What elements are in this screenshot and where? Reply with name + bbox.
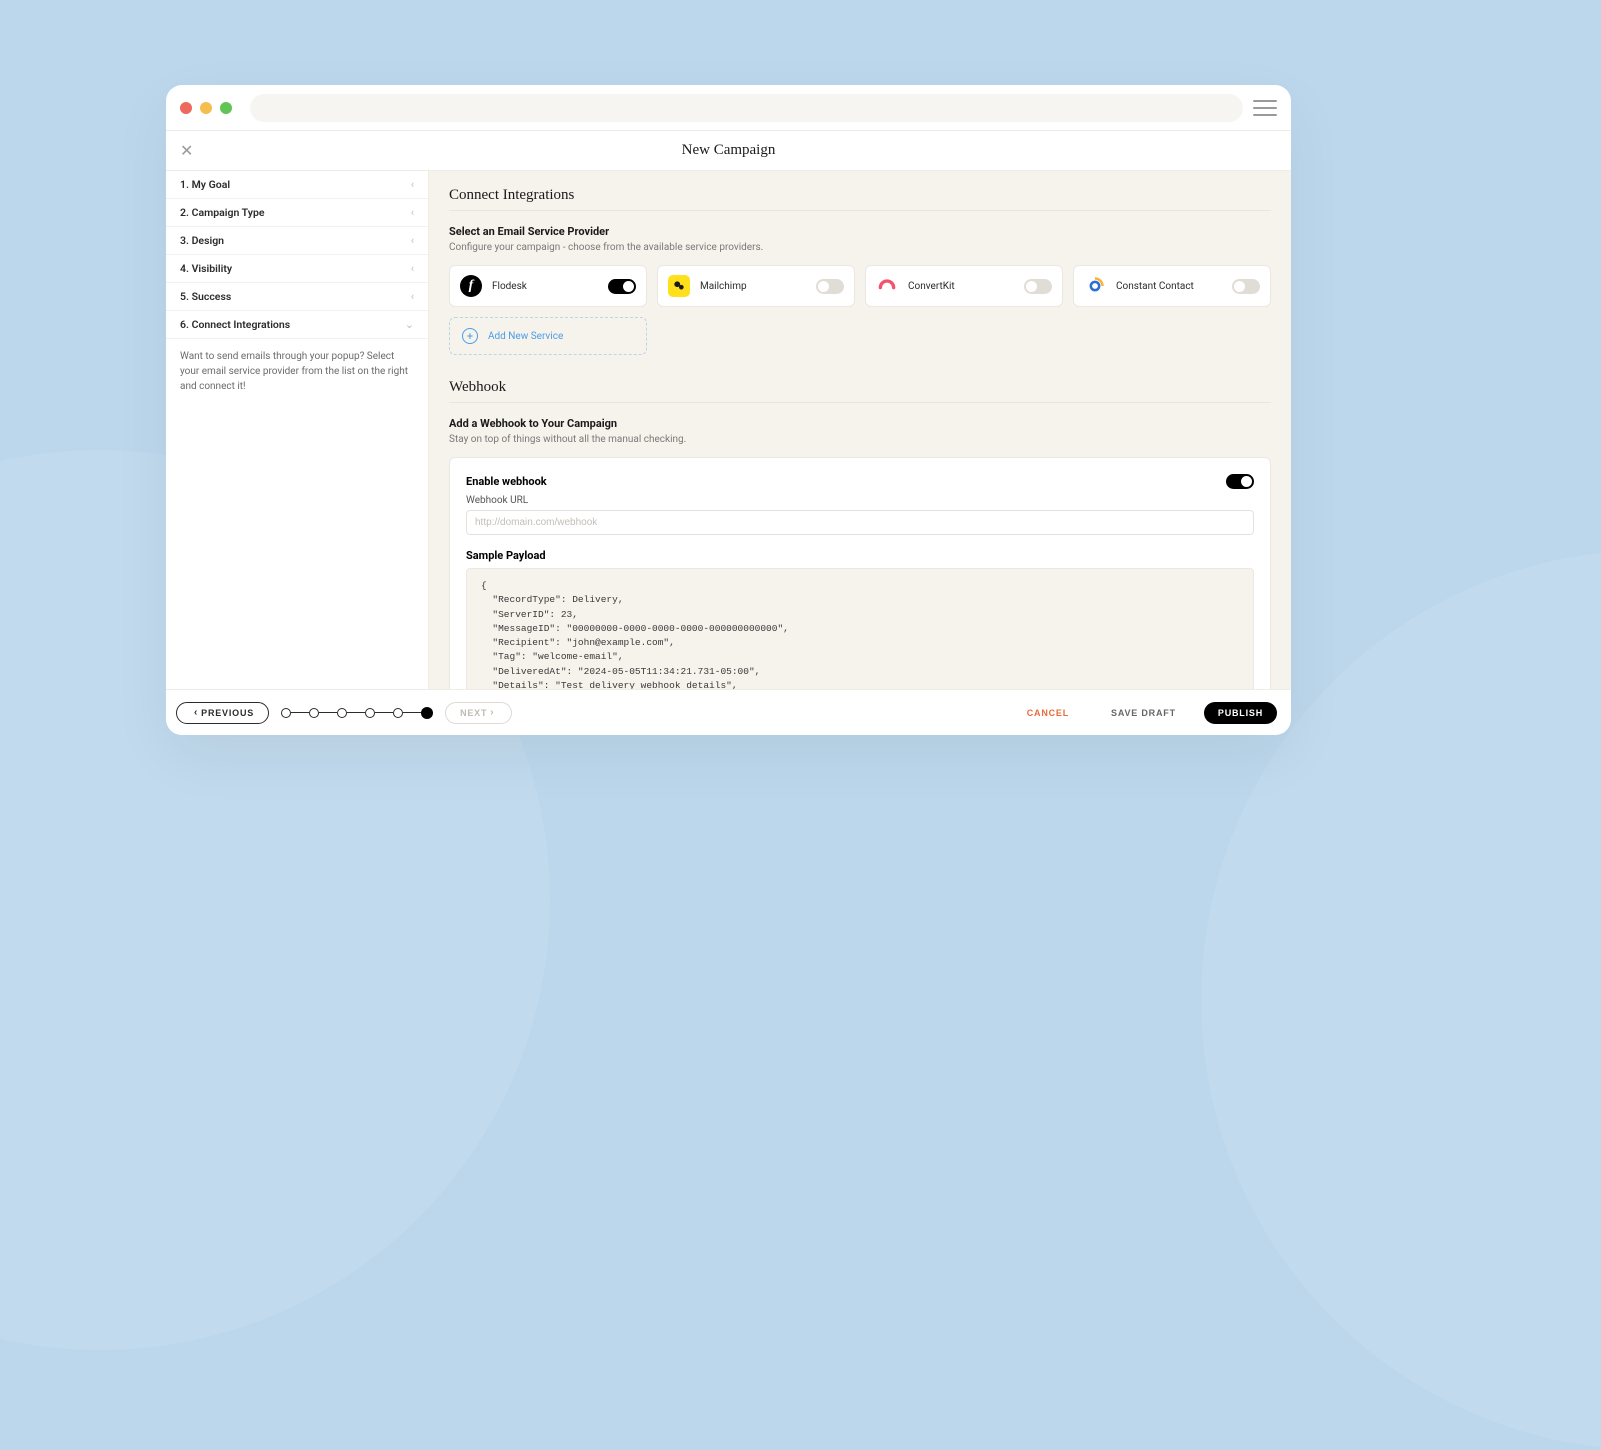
provider-card-flodesk[interactable]: f Flodesk xyxy=(449,265,647,307)
sidebar-item-success[interactable]: 5. Success ‹ xyxy=(166,283,428,311)
provider-toggle[interactable] xyxy=(608,279,636,294)
mailchimp-icon xyxy=(668,275,690,297)
sidebar-item-label: 6. Connect Integrations xyxy=(180,318,290,331)
provider-card-mailchimp[interactable]: Mailchimp xyxy=(657,265,855,307)
provider-card-constant-contact[interactable]: Constant Contact xyxy=(1073,265,1271,307)
integrations-subtitle: Select an Email Service Provider xyxy=(449,225,1271,238)
provider-name: Flodesk xyxy=(492,281,598,292)
next-label: NEXT xyxy=(460,708,487,718)
window-titlebar xyxy=(166,85,1291,131)
add-service-label: Add New Service xyxy=(488,331,563,342)
step-dot[interactable] xyxy=(337,708,347,718)
page-header: ✕ New Campaign xyxy=(166,131,1291,171)
provider-card-convertkit[interactable]: ConvertKit xyxy=(865,265,1063,307)
chevron-down-icon: ⌄ xyxy=(405,318,414,331)
window-minimize-icon[interactable] xyxy=(200,102,212,114)
step-dot-current xyxy=(421,707,433,719)
sidebar-item-label: 2. Campaign Type xyxy=(180,206,265,219)
app-window: ✕ New Campaign 1. My Goal ‹ 2. Campaign … xyxy=(166,85,1291,735)
webhook-description: Stay on top of things without all the ma… xyxy=(449,434,1271,445)
webhook-card: Enable webhook Webhook URL Sample Payloa… xyxy=(449,457,1271,689)
sidebar-item-visibility[interactable]: 4. Visibility ‹ xyxy=(166,255,428,283)
sample-payload-code: { "RecordType": Delivery, "ServerID": 23… xyxy=(466,568,1254,689)
webhook-url-input[interactable] xyxy=(466,510,1254,535)
publish-button[interactable]: PUBLISH xyxy=(1204,702,1277,724)
webhook-url-label: Webhook URL xyxy=(466,495,1254,506)
chevron-left-icon: ‹ xyxy=(411,178,414,191)
sample-payload-label: Sample Payload xyxy=(466,549,1254,562)
cancel-button[interactable]: CANCEL xyxy=(1013,702,1083,724)
page-title: New Campaign xyxy=(682,142,776,159)
convertkit-icon xyxy=(876,275,898,297)
add-service-button[interactable]: + Add New Service xyxy=(449,317,647,355)
step-dot[interactable] xyxy=(309,708,319,718)
sidebar-item-label: 5. Success xyxy=(180,290,231,303)
provider-name: ConvertKit xyxy=(908,281,1014,292)
previous-label: PREVIOUS xyxy=(201,708,254,718)
chevron-left-icon: ‹ xyxy=(411,290,414,303)
sidebar-description: Want to send emails through your popup? … xyxy=(166,339,428,404)
traffic-lights xyxy=(180,102,232,114)
chevron-left-icon: ‹ xyxy=(411,206,414,219)
step-dot[interactable] xyxy=(281,708,291,718)
sidebar-item-label: 1. My Goal xyxy=(180,178,230,191)
provider-toggle[interactable] xyxy=(1232,279,1260,294)
previous-button[interactable]: ‹ PREVIOUS xyxy=(176,702,269,724)
section-title-webhook: Webhook xyxy=(449,379,1271,403)
menu-icon[interactable] xyxy=(1253,98,1277,118)
sidebar-item-label: 4. Visibility xyxy=(180,262,232,275)
sidebar-item-my-goal[interactable]: 1. My Goal ‹ xyxy=(166,171,428,199)
sidebar-item-connect-integrations[interactable]: 6. Connect Integrations ⌄ xyxy=(166,311,428,339)
step-sidebar: 1. My Goal ‹ 2. Campaign Type ‹ 3. Desig… xyxy=(166,171,429,689)
window-maximize-icon[interactable] xyxy=(220,102,232,114)
window-close-icon[interactable] xyxy=(180,102,192,114)
sidebar-item-design[interactable]: 3. Design ‹ xyxy=(166,227,428,255)
provider-name: Constant Contact xyxy=(1116,281,1222,292)
chevron-left-icon: ‹ xyxy=(411,234,414,247)
flodesk-icon: f xyxy=(460,275,482,297)
sidebar-item-label: 3. Design xyxy=(180,234,224,247)
wizard-footer: ‹ PREVIOUS NEXT › CANCEL SAVE DRAFT PUBL… xyxy=(166,689,1291,735)
close-icon[interactable]: ✕ xyxy=(180,141,193,160)
integrations-description: Configure your campaign - choose from th… xyxy=(449,242,1271,253)
save-draft-button[interactable]: SAVE DRAFT xyxy=(1097,702,1190,724)
chevron-right-icon: › xyxy=(490,707,494,718)
chevron-left-icon: ‹ xyxy=(411,262,414,275)
provider-toggle[interactable] xyxy=(1024,279,1052,294)
provider-name: Mailchimp xyxy=(700,281,806,292)
sidebar-item-campaign-type[interactable]: 2. Campaign Type ‹ xyxy=(166,199,428,227)
enable-webhook-label: Enable webhook xyxy=(466,475,547,488)
provider-toggle[interactable] xyxy=(816,279,844,294)
main-panel: Connect Integrations Select an Email Ser… xyxy=(429,171,1291,689)
plus-icon: + xyxy=(462,328,478,344)
step-indicator xyxy=(281,707,433,719)
chevron-left-icon: ‹ xyxy=(194,707,198,718)
webhook-subtitle: Add a Webhook to Your Campaign xyxy=(449,417,1271,430)
section-title-integrations: Connect Integrations xyxy=(449,187,1271,211)
step-dot[interactable] xyxy=(393,708,403,718)
constant-contact-icon xyxy=(1084,275,1106,297)
step-dot[interactable] xyxy=(365,708,375,718)
next-button: NEXT › xyxy=(445,702,512,724)
enable-webhook-toggle[interactable] xyxy=(1226,474,1254,489)
url-bar[interactable] xyxy=(250,94,1243,122)
